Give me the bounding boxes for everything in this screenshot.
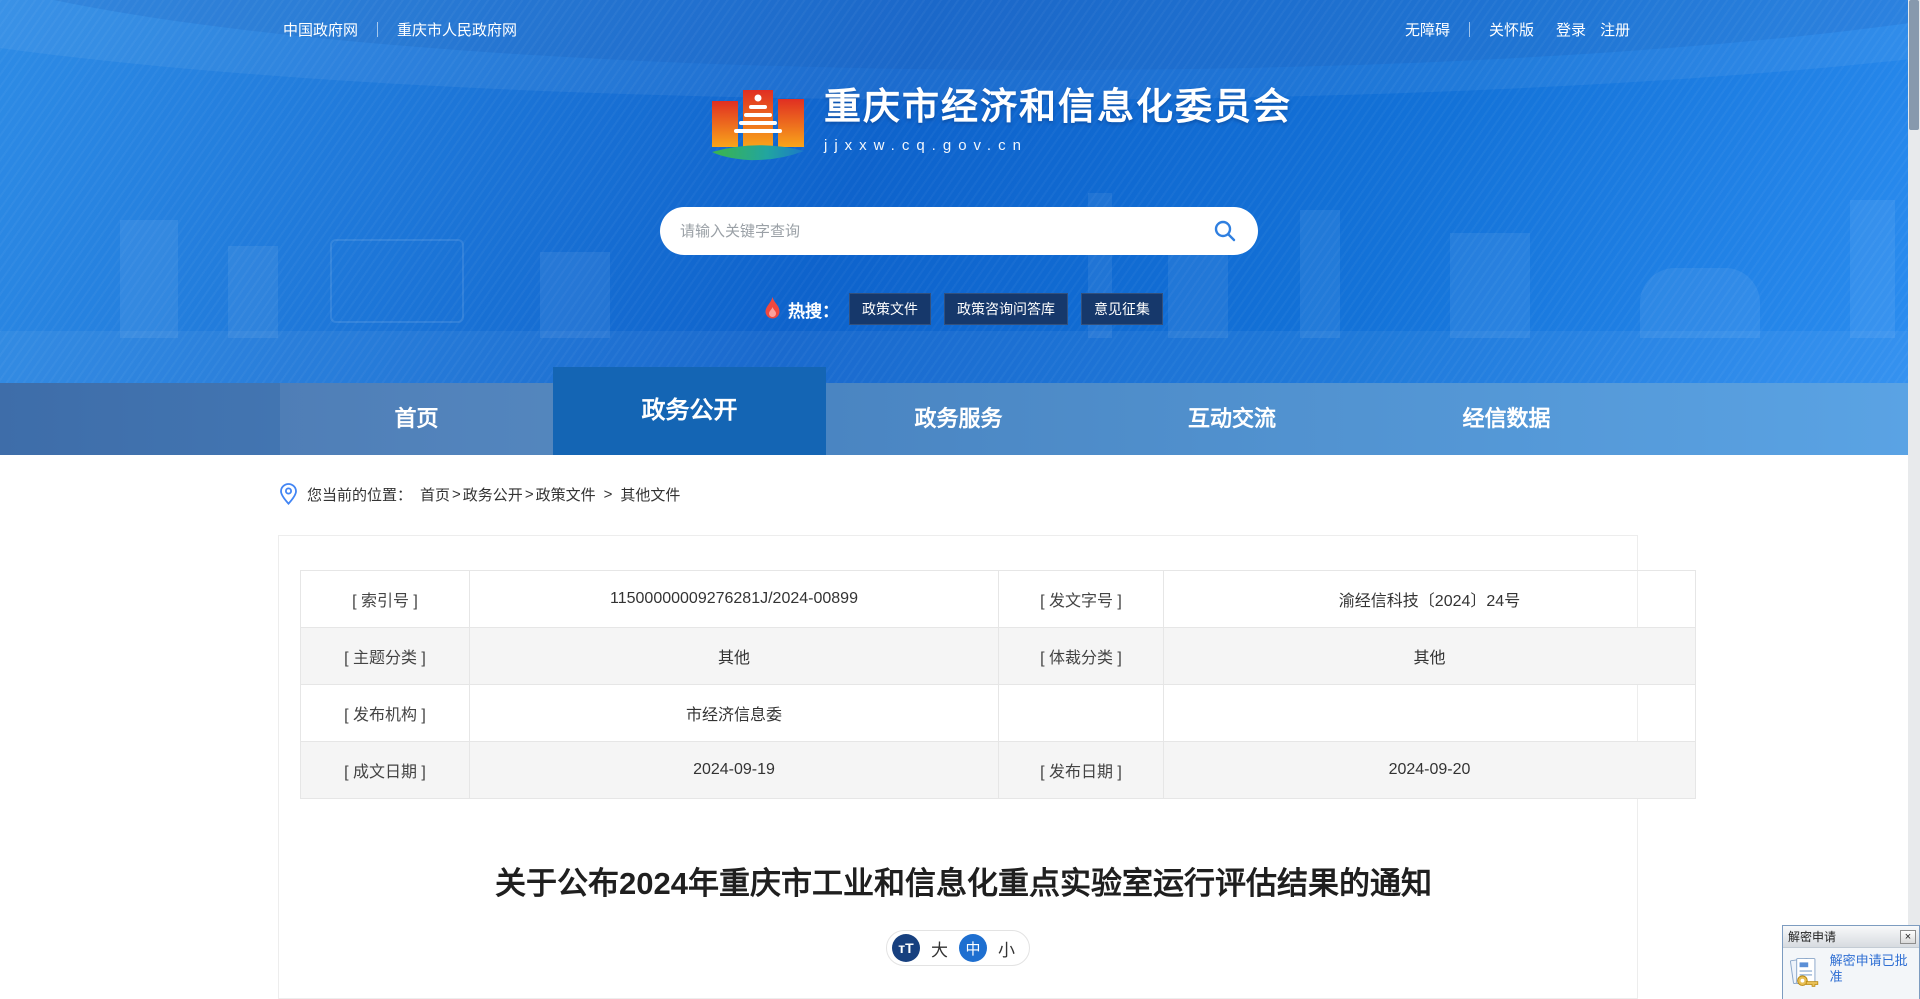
nav-item-data[interactable]: 经信数据	[1370, 383, 1643, 455]
building-silhouette	[228, 246, 278, 338]
site-url: jjxxw.cq.gov.cn	[824, 137, 1292, 154]
topbar-separator: ｜	[1462, 19, 1477, 40]
breadcrumb-other-files[interactable]: 其他文件	[620, 484, 680, 505]
decrypt-approved-link[interactable]: 解密申请已批准	[1830, 953, 1917, 986]
meta-label-publish-date: [ 发布日期 ]	[999, 742, 1164, 799]
meta-value-topic-class: 其他	[470, 628, 999, 685]
breadcrumb-home[interactable]: 首页	[420, 484, 450, 505]
font-size-small-button[interactable]: 小	[998, 936, 1015, 961]
header-banner: 中国政府网 ｜ 重庆市人民政府网 无障碍 ｜ 关怀版 登录 注册	[0, 0, 1908, 383]
breadcrumb: 您当前的位置： 首页 > 政务公开 > 政策文件 > 其他文件	[280, 483, 680, 505]
meta-value-doc-no: 渝经信科技〔2024〕24号	[1164, 571, 1696, 628]
breadcrumb-separator: >	[452, 486, 461, 503]
site-brand: 重庆市经济和信息化委员会 jjxxw.cq.gov.cn	[710, 85, 1292, 167]
brand-text: 重庆市经济和信息化委员会 jjxxw.cq.gov.cn	[824, 85, 1292, 154]
link-cq-gov[interactable]: 重庆市人民政府网	[397, 19, 517, 40]
meta-label-issuer: [ 发布机构 ]	[301, 685, 470, 742]
document-meta-table: [ 索引号 ] 11500000009276281J/2024-00899 [ …	[300, 570, 1696, 799]
meta-value-written-date: 2024-09-19	[470, 742, 999, 799]
location-pin-icon	[280, 483, 297, 505]
building-silhouette	[540, 252, 610, 338]
table-row: [ 索引号 ] 11500000009276281J/2024-00899 [ …	[301, 571, 1696, 628]
close-icon[interactable]: ×	[1900, 930, 1916, 944]
site-logo-icon[interactable]	[710, 85, 806, 167]
topbar-right-links: 无障碍 ｜ 关怀版 登录 注册	[1405, 19, 1630, 40]
meta-value-issuer: 市经济信息委	[470, 685, 999, 742]
meta-label-doc-no: [ 发文字号 ]	[999, 571, 1164, 628]
search-icon	[1212, 218, 1238, 244]
table-row: [ 发布机构 ] 市经济信息委	[301, 685, 1696, 742]
topbar-left-links: 中国政府网 ｜ 重庆市人民政府网	[283, 19, 517, 40]
search-input[interactable]	[678, 222, 1210, 241]
flame-icon	[763, 297, 782, 321]
breadcrumb-separator: >	[525, 486, 534, 503]
breadcrumb-policy-files[interactable]: 政策文件	[536, 484, 596, 505]
building-silhouette	[1450, 233, 1530, 338]
meta-label-written-date: [ 成文日期 ]	[301, 742, 470, 799]
meta-value-index-no: 11500000009276281J/2024-00899	[470, 571, 999, 628]
scrollbar-thumb[interactable]	[1909, 0, 1919, 130]
meta-label-index-no: [ 索引号 ]	[301, 571, 470, 628]
meta-value-empty	[1164, 685, 1696, 742]
link-register[interactable]: 注册	[1600, 19, 1630, 40]
main-nav: 首页 政务公开 政务服务 互动交流 经信数据	[0, 383, 1908, 455]
breadcrumb-prefix: 您当前的位置：	[307, 484, 412, 505]
search-button[interactable]	[1210, 216, 1240, 246]
link-china-gov[interactable]: 中国政府网	[283, 19, 358, 40]
popup-body: 解密申请已批准	[1783, 948, 1919, 991]
link-login[interactable]: 登录	[1556, 19, 1586, 40]
monitor-illustration	[330, 239, 464, 323]
building-silhouette	[120, 220, 178, 338]
nav-item-gov-disclosure[interactable]: 政务公开	[553, 367, 826, 455]
popup-title: 解密申请	[1788, 928, 1836, 945]
topbar-separator: ｜	[370, 19, 385, 40]
font-size-control: тT 大 中 小	[886, 930, 1030, 966]
nav-item-home[interactable]: 首页	[280, 383, 553, 455]
popup-title-bar: 解密申请 ×	[1783, 926, 1919, 948]
meta-label-genre-class: [ 体裁分类 ]	[999, 628, 1164, 685]
decrypt-request-popup: 解密申请 × 解密申请已批准	[1782, 925, 1920, 999]
search-bar	[660, 207, 1258, 255]
link-care-version[interactable]: 关怀版	[1489, 19, 1534, 40]
table-row: [ 成文日期 ] 2024-09-19 [ 发布日期 ] 2024-09-20	[301, 742, 1696, 799]
building-silhouette	[1850, 200, 1895, 338]
hot-search-label: 热搜：	[788, 297, 839, 322]
table-row: [ 主题分类 ] 其他 [ 体裁分类 ] 其他	[301, 628, 1696, 685]
font-size-large-button[interactable]: 大	[931, 936, 948, 961]
hot-search-policy-qa[interactable]: 政策咨询问答库	[944, 293, 1068, 325]
hot-search-opinion[interactable]: 意见征集	[1081, 293, 1163, 325]
decrypt-document-icon	[1789, 953, 1824, 991]
article-title: 关于公布2024年重庆市工业和信息化重点实验室运行评估结果的通知	[300, 858, 1627, 903]
breadcrumb-separator: >	[604, 486, 613, 503]
meta-value-genre-class: 其他	[1164, 628, 1696, 685]
page-root: 中国政府网 ｜ 重庆市人民政府网 无障碍 ｜ 关怀版 登录 注册	[0, 0, 1920, 999]
nav-item-gov-services[interactable]: 政务服务	[826, 383, 1091, 455]
font-size-icon[interactable]: тT	[892, 934, 920, 962]
banner-stripe-texture	[0, 0, 1908, 383]
breadcrumb-gov-disclosure[interactable]: 政务公开	[463, 484, 523, 505]
skyline-band	[0, 331, 1908, 383]
hot-search-policy-files[interactable]: 政策文件	[849, 293, 931, 325]
nav-item-interaction[interactable]: 互动交流	[1098, 383, 1366, 455]
building-silhouette	[1300, 210, 1340, 338]
hot-search-row: 热搜： 政策文件 政策咨询问答库 意见征集	[763, 293, 1176, 325]
dome-building-silhouette	[1640, 268, 1760, 338]
font-size-medium-button[interactable]: 中	[959, 934, 987, 962]
link-accessibility[interactable]: 无障碍	[1405, 19, 1450, 40]
meta-value-publish-date: 2024-09-20	[1164, 742, 1696, 799]
scrollbar-track[interactable]	[1908, 0, 1920, 999]
site-title[interactable]: 重庆市经济和信息化委员会	[824, 85, 1292, 129]
meta-label-topic-class: [ 主题分类 ]	[301, 628, 470, 685]
meta-label-empty	[999, 685, 1164, 742]
